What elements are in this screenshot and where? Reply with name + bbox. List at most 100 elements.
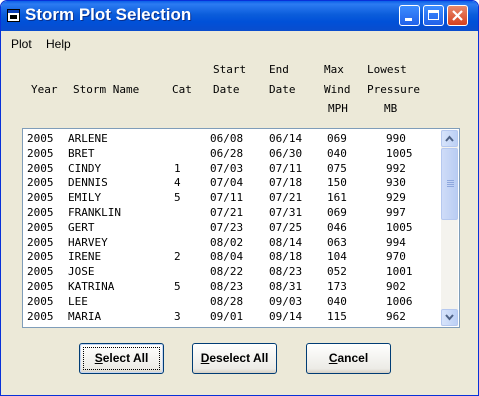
storm-lowest-pressure: 902 — [386, 279, 406, 293]
vertical-scrollbar[interactable] — [441, 130, 458, 326]
storm-name: MARIA — [68, 309, 102, 323]
storm-row[interactable]: 2005 HARVEY 08/02 08/14 063 994 — [24, 235, 434, 250]
maximize-button[interactable] — [423, 5, 444, 26]
storm-start-date: 07/04 — [210, 176, 244, 190]
storm-year: 2005 — [27, 161, 54, 175]
storm-row[interactable]: 2005 KATRINA 5 08/23 08/31 173 902 — [24, 279, 434, 294]
storm-year: 2005 — [27, 132, 54, 145]
deselect-all-label: eselect All — [209, 351, 269, 365]
minimize-button[interactable] — [399, 5, 420, 26]
storm-name: GERT — [68, 220, 95, 234]
storm-row[interactable]: 2005 DENNIS 4 07/04 07/18 150 930 — [24, 175, 434, 190]
storm-max-wind: 052 — [327, 265, 347, 279]
storm-name: BRET — [68, 146, 95, 160]
header-pressure-unit: MB — [384, 102, 398, 115]
storm-list: 2005 ARLENE 06/08 06/14 069 990 2005 BRET 06/28 0… — [24, 131, 434, 325]
grip-line — [447, 182, 454, 183]
menu-plot[interactable]: Plot — [11, 37, 32, 51]
menu-bar: Plot Help — [1, 34, 478, 53]
storm-row[interactable]: 2005 GERT 07/23 07/25 046 1005 — [24, 220, 434, 235]
storm-row[interactable]: 2005 EMILY 5 07/11 07/21 161 929 — [24, 190, 434, 205]
storm-name: KATRINA — [68, 279, 115, 293]
storm-end-date: 09/03 — [269, 294, 303, 308]
storm-year: 2005 — [27, 279, 54, 293]
header-end: End — [269, 63, 289, 76]
header-end-date: Date — [269, 83, 296, 96]
scroll-up-button[interactable] — [441, 130, 458, 147]
storm-max-wind: 046 — [327, 220, 347, 234]
storm-start-date: 07/21 — [210, 205, 244, 219]
close-button[interactable] — [447, 5, 468, 26]
cancel-label: ancel — [337, 351, 369, 365]
storm-lowest-pressure: 990 — [386, 132, 406, 145]
storm-name: IRENE — [68, 250, 102, 264]
chevron-down-icon — [445, 314, 454, 321]
header-max: Max — [324, 63, 344, 76]
storm-plot-selection-window: Storm Plot Selection Plot Help Start End… — [0, 0, 479, 396]
storm-year: 2005 — [27, 294, 54, 308]
storm-end-date: 08/23 — [269, 265, 303, 279]
storm-year: 2005 — [27, 265, 54, 279]
minimize-icon — [405, 18, 412, 21]
cancel-button[interactable]: Cancel — [306, 343, 391, 374]
storm-category: 5 — [174, 279, 181, 293]
storm-row[interactable]: 2005 MARIA 3 09/01 09/14 115 962 — [24, 309, 434, 324]
storm-lowest-pressure: 1001 — [386, 265, 413, 279]
storm-year: 2005 — [27, 250, 54, 264]
storm-start-date: 08/04 — [210, 250, 244, 264]
storm-end-date: 07/18 — [269, 176, 303, 190]
storm-max-wind: 150 — [327, 176, 347, 190]
storm-start-date: 07/11 — [210, 191, 244, 205]
maximize-icon — [428, 10, 439, 20]
close-icon — [452, 10, 463, 21]
storm-category: 5 — [174, 191, 181, 205]
storm-max-wind: 104 — [327, 250, 347, 264]
storm-start-date: 07/23 — [210, 220, 244, 234]
storm-row[interactable]: 2005 ARLENE 06/08 06/14 069 990 — [24, 131, 434, 146]
menu-help[interactable]: Help — [46, 37, 71, 51]
storm-max-wind: 069 — [327, 132, 347, 145]
storm-row[interactable]: 2005 IRENE 2 08/04 08/18 104 970 — [24, 249, 434, 264]
storm-end-date: 07/21 — [269, 191, 303, 205]
scroll-thumb[interactable] — [441, 148, 458, 220]
storm-category: 4 — [174, 176, 181, 190]
storm-end-date: 07/11 — [269, 161, 303, 175]
header-pressure: Pressure — [367, 83, 420, 96]
window-title: Storm Plot Selection — [25, 5, 192, 24]
header-wind: Wind — [324, 83, 351, 96]
storm-row[interactable]: 2005 LEE 08/28 09/03 040 1006 — [24, 294, 434, 309]
storm-row[interactable]: 2005 CINDY 1 07/03 07/11 075 992 — [24, 161, 434, 176]
storm-end-date: 08/14 — [269, 235, 303, 249]
storm-lowest-pressure: 997 — [386, 205, 406, 219]
storm-name: CINDY — [68, 161, 102, 175]
grip-line — [447, 184, 454, 185]
storm-year: 2005 — [27, 146, 54, 160]
storm-name: ARLENE — [68, 132, 108, 145]
storm-lowest-pressure: 992 — [386, 161, 406, 175]
storm-end-date: 06/14 — [269, 132, 303, 145]
storm-max-wind: 115 — [327, 309, 347, 323]
storm-name: LEE — [68, 294, 88, 308]
deselect-all-button[interactable]: Deselect All — [192, 343, 277, 374]
title-bar[interactable]: Storm Plot Selection — [1, 1, 478, 31]
storm-lowest-pressure: 1005 — [386, 220, 413, 234]
app-icon — [7, 9, 20, 22]
storm-year: 2005 — [27, 309, 54, 323]
storm-row[interactable]: 2005 FRANKLIN 07/21 07/31 069 997 — [24, 205, 434, 220]
header-start-date: Date — [213, 83, 240, 96]
storm-category: 2 — [174, 250, 181, 264]
storm-row[interactable]: 2005 BRET 06/28 06/30 040 1005 — [24, 146, 434, 161]
storm-row[interactable]: 2005 JOSE 08/22 08/23 052 1001 — [24, 264, 434, 279]
storm-end-date: 08/18 — [269, 250, 303, 264]
storm-lowest-pressure: 994 — [386, 235, 406, 249]
scroll-down-button[interactable] — [441, 309, 458, 326]
storm-lowest-pressure: 970 — [386, 250, 406, 264]
storm-name: JOSE — [68, 265, 95, 279]
header-storm-name: Storm Name — [73, 83, 140, 96]
storm-lowest-pressure: 929 — [386, 191, 406, 205]
select-all-button[interactable]: Select All — [79, 343, 164, 374]
storm-start-date: 06/08 — [210, 132, 244, 145]
storm-listbox[interactable]: 2005 ARLENE 06/08 06/14 069 990 2005 BRET 06/28 0… — [22, 128, 460, 328]
grip-line — [447, 186, 454, 187]
storm-max-wind: 075 — [327, 161, 347, 175]
